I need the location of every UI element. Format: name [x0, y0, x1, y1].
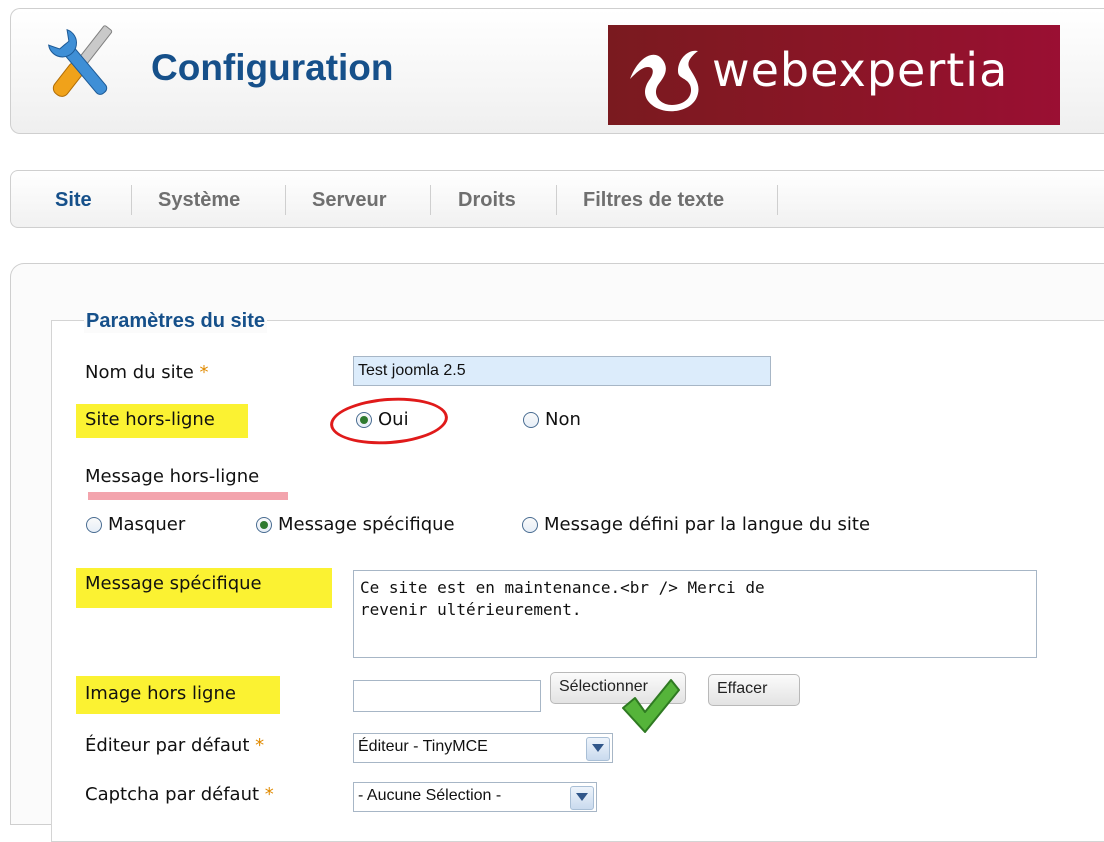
clear-image-button[interactable]: Effacer	[708, 674, 800, 706]
webexpertia-logo-icon	[630, 50, 699, 112]
message-language-radio[interactable]	[522, 517, 538, 533]
tab-systeme[interactable]: Système	[158, 189, 240, 212]
default-captcha-label: Captcha par défaut *	[85, 784, 274, 805]
chevron-down-icon[interactable]	[570, 786, 594, 810]
highlight-underline	[88, 492, 288, 500]
message-custom-label[interactable]: Message spécifique	[278, 514, 455, 535]
tab-droits[interactable]: Droits	[458, 189, 516, 212]
default-captcha-value: - Aucune Sélection -	[358, 787, 502, 804]
offline-yes-label[interactable]: Oui	[378, 409, 409, 430]
tab-separator	[131, 185, 132, 215]
tab-separator	[777, 185, 778, 215]
offline-message-label: Message hors-ligne	[85, 466, 260, 487]
tab-bar: Site Système Serveur Droits Filtres de t…	[10, 170, 1104, 228]
tab-filtres-de-texte[interactable]: Filtres de texte	[583, 189, 724, 212]
page-title: Configuration	[151, 47, 394, 88]
offline-image-label: Image hors ligne	[85, 683, 236, 704]
fieldset-legend: Paramètres du site	[84, 310, 267, 333]
offline-image-input[interactable]	[353, 680, 541, 712]
default-editor-label: Éditeur par défaut *	[85, 735, 265, 756]
site-name-label: Nom du site *	[85, 362, 209, 383]
offline-no-radio[interactable]	[523, 412, 539, 428]
custom-message-textarea[interactable]: Ce site est en maintenance.<br /> Merci …	[353, 570, 1037, 658]
tab-separator	[430, 185, 431, 215]
custom-message-label: Message spécifique	[85, 573, 262, 594]
tab-serveur[interactable]: Serveur	[312, 189, 387, 212]
default-editor-value: Éditeur - TinyMCE	[358, 738, 488, 755]
webexpertia-logo: webexpertia	[608, 25, 1060, 125]
tools-icon	[48, 25, 113, 97]
tab-separator	[556, 185, 557, 215]
offline-no-label[interactable]: Non	[545, 409, 581, 430]
logo-text: webexpertia	[712, 43, 1009, 97]
message-hide-label[interactable]: Masquer	[108, 514, 185, 535]
default-editor-select[interactable]: Éditeur - TinyMCE	[353, 733, 613, 763]
message-hide-radio[interactable]	[86, 517, 102, 533]
offline-yes-radio[interactable]	[356, 412, 372, 428]
default-captcha-select[interactable]: - Aucune Sélection -	[353, 782, 597, 812]
tab-separator	[285, 185, 286, 215]
check-mark-icon	[622, 679, 680, 733]
site-offline-label: Site hors-ligne	[85, 409, 215, 430]
message-custom-radio[interactable]	[256, 517, 272, 533]
site-name-input[interactable]	[353, 356, 771, 386]
message-language-label[interactable]: Message défini par la langue du site	[544, 514, 870, 535]
chevron-down-icon[interactable]	[586, 737, 610, 761]
tab-site[interactable]: Site	[55, 189, 92, 212]
page-header: Configuration webexpertia	[10, 8, 1104, 134]
